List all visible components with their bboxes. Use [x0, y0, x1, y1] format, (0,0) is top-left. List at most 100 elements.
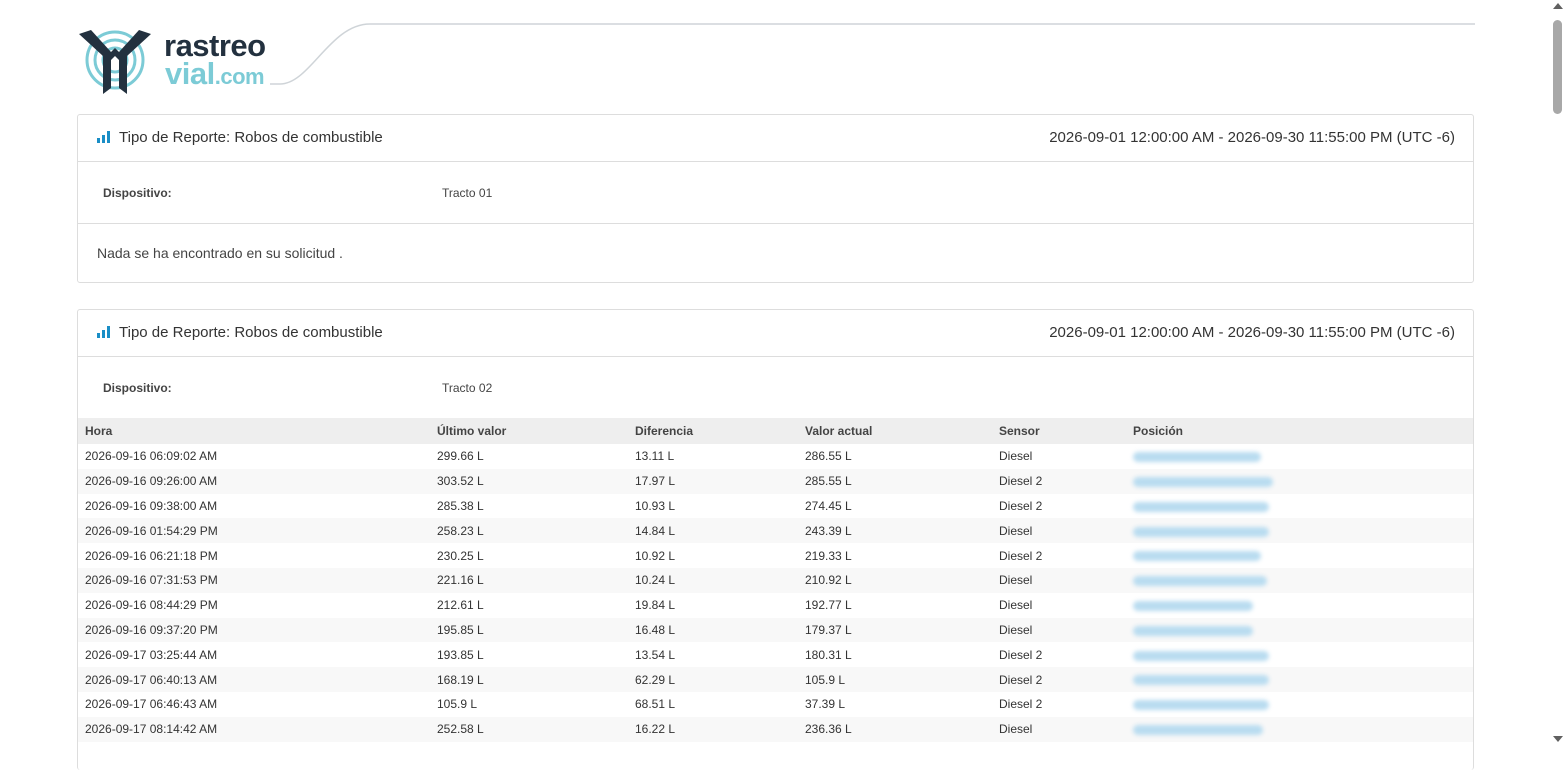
report-date-range: 2026-09-01 12:00:00 AM - 2026-09-30 11:5…	[1049, 324, 1455, 341]
header-decoration-line	[270, 23, 1475, 85]
position-link-redacted[interactable]	[1133, 700, 1269, 711]
cell-ultimo-valor: 299.66 L	[437, 449, 484, 464]
cell-hora: 2026-09-16 07:31:53 PM	[78, 567, 430, 593]
cell-posicion[interactable]	[1126, 567, 1473, 593]
cell-posicion[interactable]	[1126, 617, 1473, 643]
cell-valor-actual: 180.31 L	[805, 647, 852, 662]
cell-ultimo-valor: 221.16 L	[430, 567, 628, 593]
position-link-redacted[interactable]	[1133, 675, 1269, 686]
scroll-up-arrow-icon[interactable]	[1553, 3, 1563, 9]
position-link-redacted[interactable]	[1133, 551, 1261, 562]
cell-diferencia: 10.92 L	[635, 548, 676, 563]
cell-posicion[interactable]	[1126, 518, 1473, 544]
cell-sensor: Diesel 2	[999, 498, 1043, 513]
cell-valor-actual: 243.39 L	[798, 518, 992, 544]
cell-posicion[interactable]	[1126, 444, 1473, 469]
position-link-redacted[interactable]	[1133, 650, 1269, 661]
cell-diferencia: 17.97 L	[628, 468, 798, 494]
column-header-posicion: Posición	[1126, 418, 1473, 444]
position-link-redacted[interactable]	[1133, 501, 1269, 512]
cell-sensor: Diesel 2	[999, 697, 1043, 712]
cell-ultimo-valor: 252.58 L	[430, 716, 628, 742]
cell-sensor: Diesel	[992, 716, 1126, 742]
cell-hora: 2026-09-17 08:14:42 AM	[78, 716, 430, 742]
table-row: 2026-09-17 03:25:44 AM 193.85 L 13.54 L 180…	[78, 642, 1473, 667]
cell-valor-actual: 219.33 L	[805, 548, 852, 563]
cell-hora: 2026-09-16 06:21:18 PM	[85, 548, 218, 563]
bar-chart-icon	[97, 326, 111, 338]
position-link-redacted[interactable]	[1133, 625, 1253, 636]
report-type-title: Tipo de Reporte: Robos de combustible	[119, 129, 383, 146]
scroll-down-arrow-icon[interactable]	[1553, 736, 1563, 742]
cell-hora: 2026-09-16 09:37:20 PM	[78, 617, 430, 643]
table-row: 2026-09-16 08:44:29 PM 212.61 L 19.84 L 192…	[78, 593, 1473, 618]
cell-ultimo-valor: 303.52 L	[430, 468, 628, 494]
device-row: Dispositivo: Tracto 02	[78, 357, 1473, 418]
device-label: Dispositivo:	[103, 186, 172, 200]
cell-diferencia: 62.29 L	[628, 667, 798, 692]
table-body: 2026-09-16 06:09:02 AM 299.66 L 13.11 L 286…	[78, 444, 1473, 742]
cell-posicion[interactable]	[1126, 543, 1473, 568]
column-header-valor-actual: Valor actual	[798, 418, 992, 444]
position-link-redacted[interactable]	[1133, 477, 1273, 488]
vertical-scrollbar[interactable]	[1548, 0, 1568, 746]
report-panel: Tipo de Reporte: Robos de combustible 20…	[77, 114, 1474, 283]
position-link-redacted[interactable]	[1133, 452, 1261, 463]
cell-sensor: Diesel	[992, 617, 1126, 643]
cell-diferencia: 16.22 L	[628, 716, 798, 742]
table-row: 2026-09-17 08:14:42 AM 252.58 L 16.22 L 236…	[78, 716, 1473, 742]
cell-posicion[interactable]	[1126, 468, 1473, 494]
cell-valor-actual: 286.55 L	[805, 449, 852, 464]
logo-vial-text: vial	[165, 56, 215, 91]
position-link-redacted[interactable]	[1133, 601, 1253, 611]
cell-ultimo-valor: 285.38 L	[437, 498, 484, 513]
device-value: Tracto 01	[442, 186, 493, 200]
cell-hora: 2026-09-17 06:46:43 AM	[85, 697, 218, 712]
cell-valor-actual: 210.92 L	[798, 567, 992, 593]
cell-sensor: Diesel 2	[992, 667, 1126, 692]
logo-word-vial: vial.com	[165, 56, 265, 92]
report-type-title: Tipo de Reporte: Robos de combustible	[119, 324, 383, 341]
cell-sensor: Diesel 2	[999, 647, 1043, 662]
cell-hora: 2026-09-16 09:38:00 AM	[85, 498, 218, 513]
cell-sensor: Diesel	[999, 598, 1033, 613]
cell-valor-actual: 179.37 L	[798, 617, 992, 643]
cell-hora: 2026-09-16 01:54:29 PM	[78, 518, 430, 544]
empty-result-text: Nada se ha encontrado en su solicitud .	[97, 245, 343, 261]
cell-hora: 2026-09-16 09:26:00 AM	[78, 468, 430, 494]
cell-sensor: Diesel 2	[999, 548, 1043, 563]
cell-hora: 2026-09-16 08:44:29 PM	[85, 598, 218, 613]
position-link-redacted[interactable]	[1133, 724, 1263, 735]
cell-diferencia: 13.11 L	[635, 449, 675, 464]
cell-posicion[interactable]	[1126, 667, 1473, 692]
cell-valor-actual: 285.55 L	[798, 468, 992, 494]
cell-sensor: Diesel	[992, 518, 1126, 544]
cell-sensor: Diesel	[999, 449, 1033, 464]
cell-hora: 2026-09-16 06:09:02 AM	[85, 449, 218, 464]
report-panel-header: Tipo de Reporte: Robos de combustible 20…	[78, 115, 1473, 162]
cell-ultimo-valor: 212.61 L	[437, 598, 484, 613]
device-row: Dispositivo: Tracto 01	[78, 162, 1473, 223]
cell-posicion[interactable]	[1126, 692, 1473, 717]
fuel-theft-table: Hora Último valor Diferencia Valor actua…	[78, 418, 1473, 742]
cell-ultimo-valor: 105.9 L	[437, 697, 478, 712]
table-row: 2026-09-16 09:37:20 PM 195.85 L 16.48 L 179…	[78, 617, 1473, 643]
position-link-redacted[interactable]	[1133, 526, 1269, 537]
cell-sensor: Diesel	[992, 567, 1126, 593]
cell-ultimo-valor: 195.85 L	[430, 617, 628, 643]
cell-ultimo-valor: 168.19 L	[430, 667, 628, 692]
report-panel-header: Tipo de Reporte: Robos de combustible 20…	[78, 310, 1473, 357]
bar-chart-icon	[97, 131, 111, 143]
cell-valor-actual: 192.77 L	[805, 598, 852, 613]
cell-posicion[interactable]	[1126, 642, 1473, 667]
cell-posicion[interactable]	[1126, 716, 1473, 742]
position-link-redacted[interactable]	[1133, 576, 1267, 587]
device-label: Dispositivo:	[103, 381, 172, 395]
report-date-range: 2026-09-01 12:00:00 AM - 2026-09-30 11:5…	[1049, 129, 1455, 146]
cell-posicion[interactable]	[1126, 494, 1473, 519]
scrollbar-thumb[interactable]	[1553, 20, 1562, 114]
cell-hora: 2026-09-17 03:25:44 AM	[85, 647, 218, 662]
column-header-diferencia: Diferencia	[628, 418, 798, 444]
cell-posicion[interactable]	[1126, 593, 1473, 618]
table-row: 2026-09-16 09:26:00 AM 303.52 L 17.97 L 285…	[78, 468, 1473, 494]
